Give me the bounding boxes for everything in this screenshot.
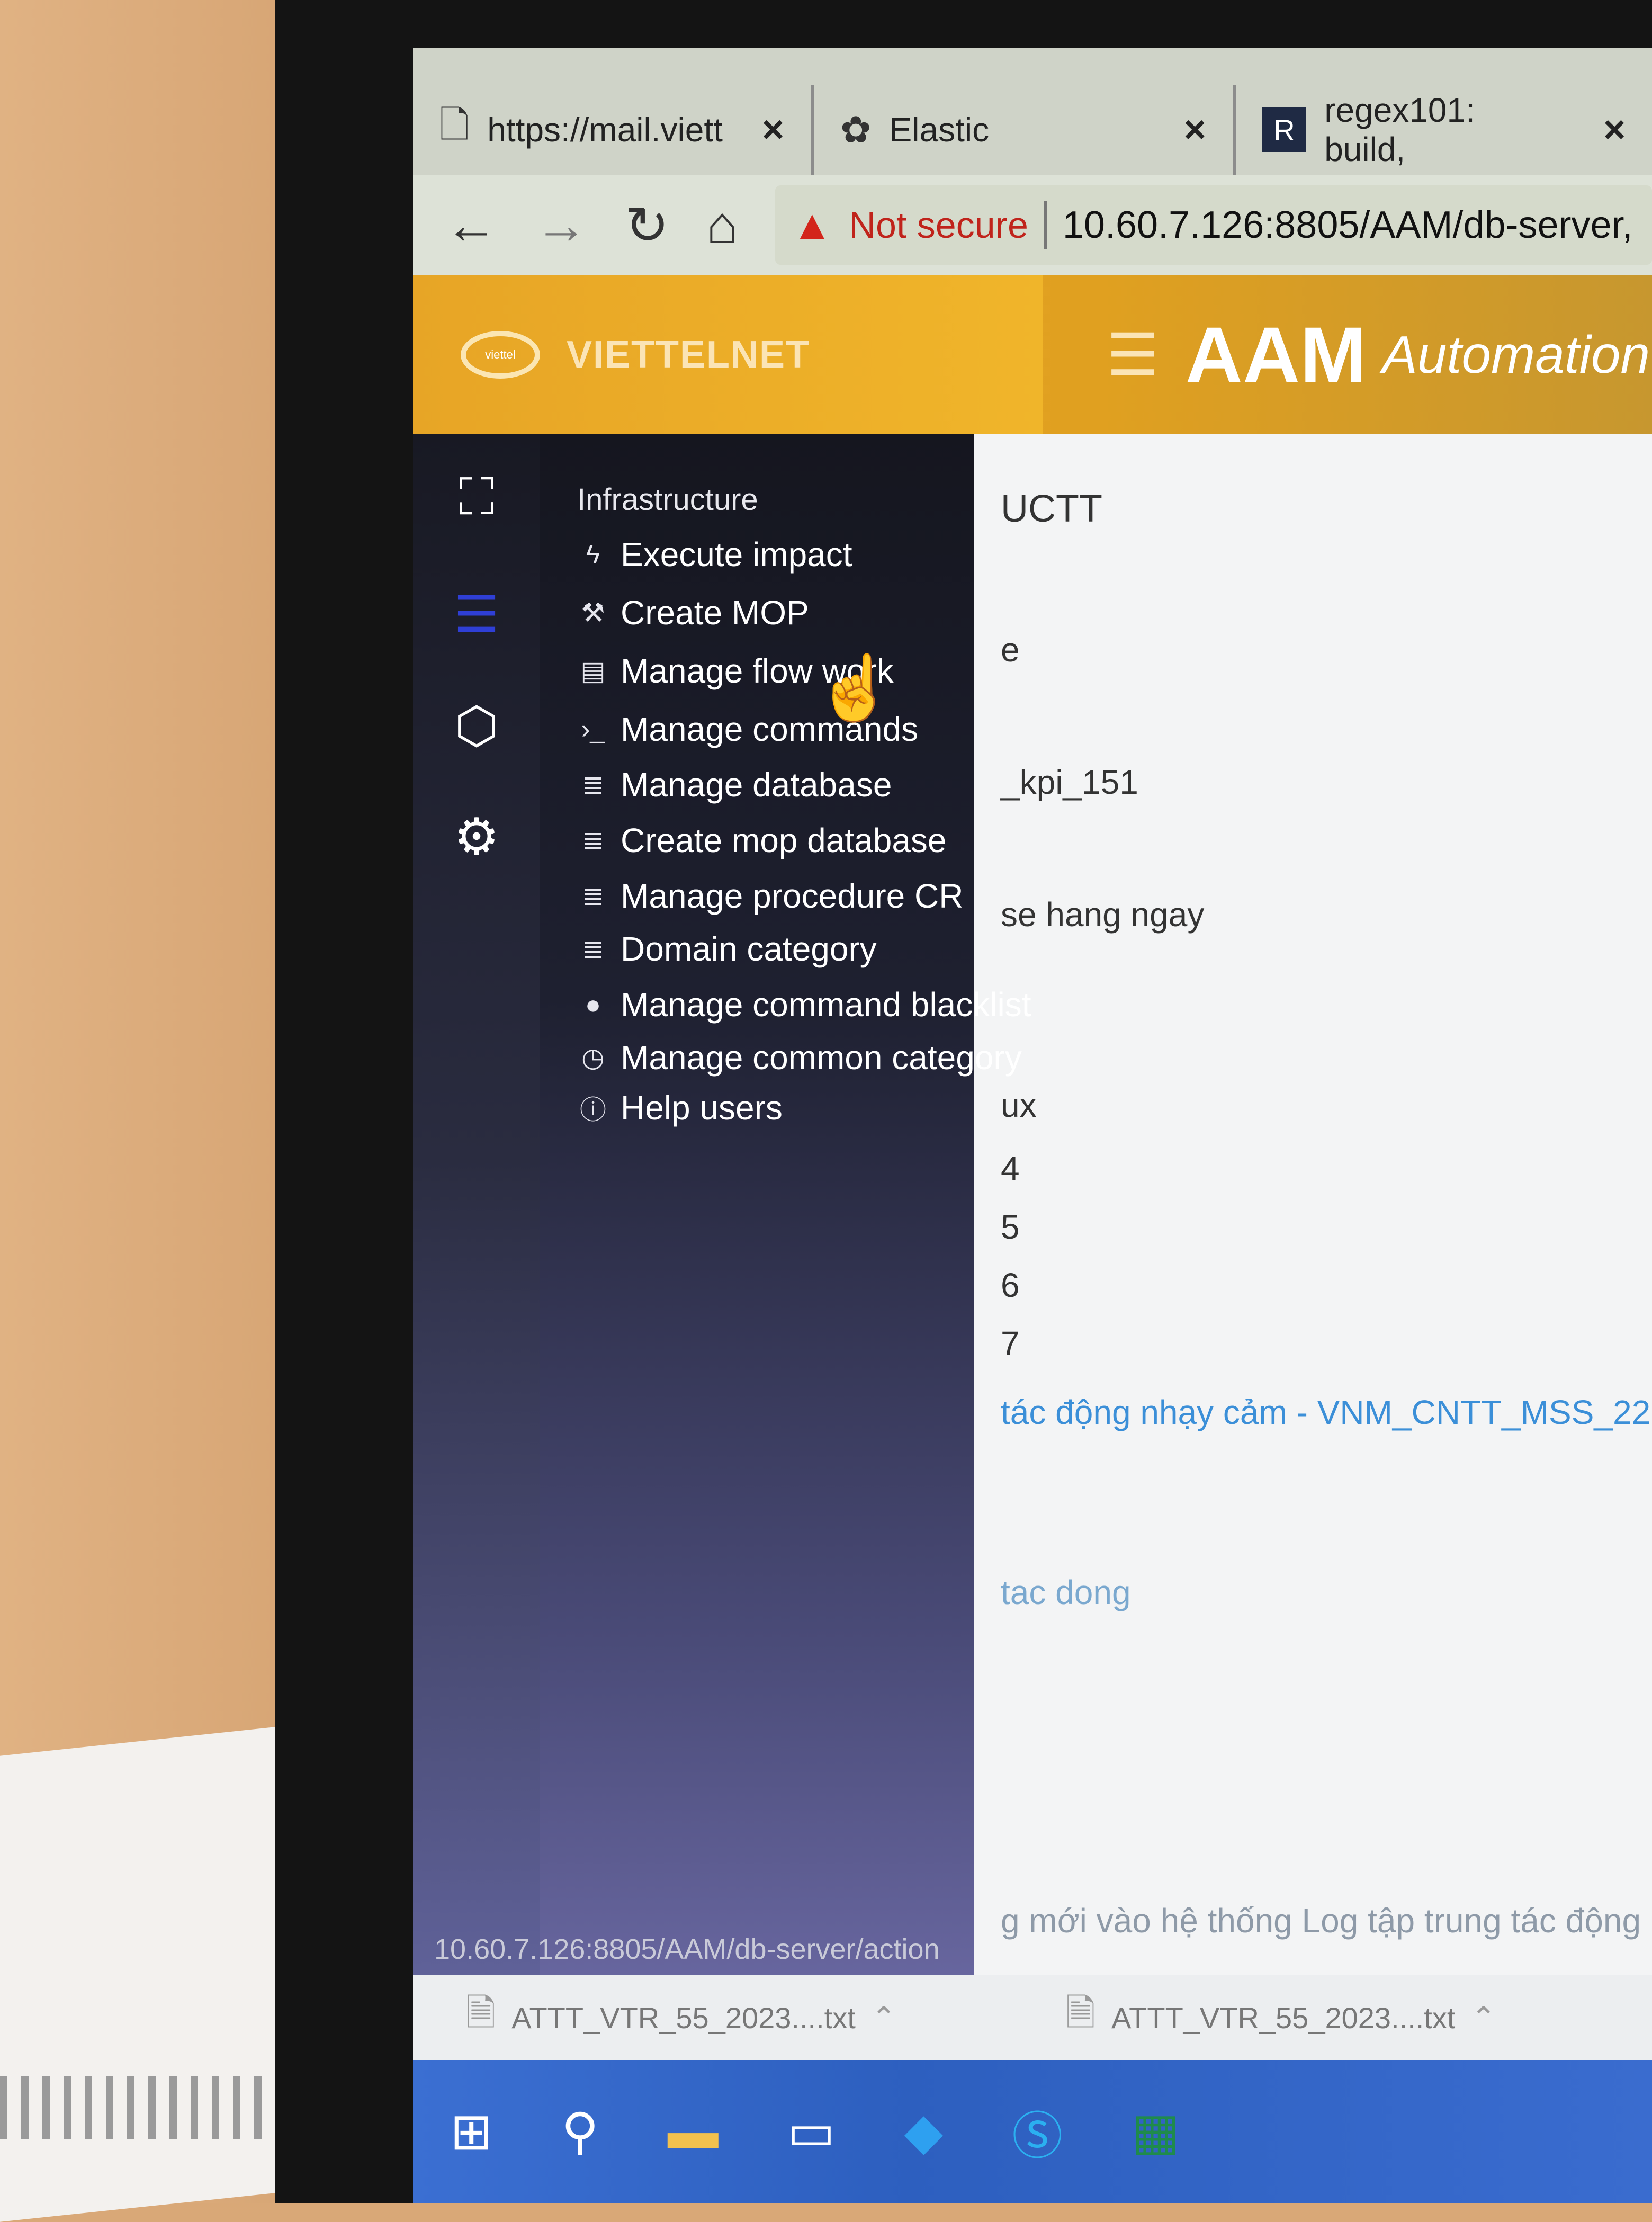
- menu-item-manage-database[interactable]: ≣ Manage database: [577, 765, 892, 804]
- menu-item-execute-impact[interactable]: ϟ Execute impact: [577, 535, 852, 574]
- content-text: e: [1001, 631, 1020, 669]
- status-bar-url: 10.60.7.126:8805/AAM/db-server/action: [434, 1933, 940, 1965]
- download-item[interactable]: 🗎 ATTT_VTR_55_2023....txt ⌃: [1066, 1986, 1496, 2049]
- database-icon: ≣: [582, 770, 604, 800]
- close-icon[interactable]: ×: [1184, 108, 1206, 151]
- hand-cursor-icon: ☝: [815, 652, 895, 723]
- app-title: AAM: [1185, 310, 1367, 399]
- terminal-icon: ›_: [581, 714, 605, 744]
- url-box[interactable]: ▲ Not secure 10.60.7.126:8805/AAM/db-ser…: [775, 185, 1652, 265]
- brand-area: viettel VIETTELNET: [413, 275, 1043, 434]
- tab-mail[interactable]: 🗋 https://mail.viett ×: [413, 85, 814, 175]
- menu-item-help-users[interactable]: ⓘ Help users: [577, 1088, 783, 1127]
- menu-item-manage-common-category[interactable]: ◷ Manage common category: [577, 1038, 1022, 1077]
- content-text: UCTT: [1001, 488, 1102, 530]
- file-icon: 🗎: [466, 1992, 496, 2033]
- terminal-app-icon[interactable]: ▭: [787, 2102, 836, 2161]
- menu-item-label: Create mop database: [621, 821, 947, 859]
- home-icon[interactable]: ⌂: [706, 195, 738, 256]
- reload-icon[interactable]: ↻: [625, 194, 669, 256]
- warning-icon: ▲: [791, 201, 833, 248]
- menu-item-label: Manage database: [621, 766, 892, 804]
- excel-icon[interactable]: ▦: [1132, 2102, 1180, 2161]
- content-text: 5: [1001, 1208, 1020, 1246]
- menu-item-label: Manage procedure CR: [621, 877, 964, 915]
- close-icon[interactable]: ×: [1603, 108, 1626, 151]
- content-text: 4: [1001, 1150, 1020, 1188]
- tab-title: https://mail.viett: [487, 111, 723, 149]
- clock-icon: ◷: [581, 1043, 605, 1072]
- file-icon: 🗎: [1065, 1992, 1096, 2033]
- menu-item-manage-procedure-cr[interactable]: ≣ Manage procedure CR: [577, 876, 963, 916]
- sliders-icon[interactable]: ⚙: [445, 805, 508, 868]
- download-item[interactable]: 🗎 ATTT_VTR_55_2023....txt ⌃: [466, 1986, 896, 2049]
- download-filename: ATTT_VTR_55_2023....txt: [511, 2001, 856, 2035]
- elastic-icon: ✿: [840, 109, 872, 150]
- menu-item-label: Manage command blacklist: [621, 985, 1031, 1024]
- database-icon: ≣: [582, 826, 604, 855]
- close-icon[interactable]: ×: [762, 108, 784, 151]
- tab-elastic[interactable]: ✿ Elastic ×: [814, 85, 1236, 175]
- menu-item-label: Create MOP: [621, 594, 809, 632]
- content-text: 6: [1001, 1266, 1020, 1304]
- sidebar: ⛶ ☰ ⬡ ⚙ Infrastructure ϟ Execute impact …: [413, 434, 1031, 2044]
- file-explorer-icon[interactable]: ▬: [668, 2102, 719, 2161]
- app-header: viettel VIETTELNET ☰ AAM Automation: [413, 275, 1652, 434]
- sidebar-icon-rail: ⛶ ☰ ⬡ ⚙: [413, 434, 540, 2044]
- menu-item-label: Manage common category: [621, 1038, 1022, 1077]
- windows-taskbar: ⊞ ⚲ ▬ ▭ ◆ Ⓢ ▦: [413, 2060, 1652, 2203]
- hamburger-menu-icon[interactable]: ☰: [1107, 321, 1159, 389]
- content-text: 7: [1001, 1324, 1020, 1363]
- server-icon[interactable]: ☰: [445, 583, 508, 646]
- back-arrow-icon[interactable]: ←: [445, 195, 498, 256]
- content-text: ux: [1001, 1086, 1037, 1124]
- content-text: _kpi_151: [1001, 763, 1138, 801]
- cube-icon[interactable]: ⬡: [445, 694, 508, 757]
- app-subtitle: Automation: [1382, 325, 1650, 384]
- menu-item-create-mop-database[interactable]: ≣ Create mop database: [577, 821, 947, 860]
- viettel-logo-icon: viettel: [461, 331, 540, 379]
- monitor-screen: 🗋 https://mail.viett × ✿ Elastic × R reg…: [413, 48, 1652, 2203]
- database-icon: ≣: [582, 881, 604, 911]
- brand-name: VIETTELNET: [567, 334, 811, 376]
- bolt-icon: ϟ: [586, 540, 600, 569]
- content-link[interactable]: tác động nhạy cảm - VNM_CNTT_MSS_22: [1001, 1393, 1650, 1432]
- downloads-shelf: 🗎 ATTT_VTR_55_2023....txt ⌃ 🗎 ATTT_VTR_5…: [413, 1975, 1652, 2060]
- search-icon[interactable]: ⚲: [561, 2102, 598, 2161]
- sitemap-icon[interactable]: ⛶: [445, 466, 508, 530]
- menu-heading: Infrastructure: [577, 482, 758, 517]
- main-content: [969, 434, 1652, 2129]
- chevron-up-icon[interactable]: ⌃: [1471, 2000, 1496, 2035]
- database-icon: ≣: [582, 934, 604, 964]
- regex-icon: R: [1262, 107, 1307, 152]
- menu-item-label: Execute impact: [621, 535, 852, 574]
- tab-title: regex101: build,: [1324, 91, 1475, 168]
- tab-title: Elastic: [889, 111, 990, 149]
- browser-tab-bar: 🗋 https://mail.viett × ✿ Elastic × R reg…: [413, 48, 1652, 175]
- table-icon: ▤: [580, 656, 606, 686]
- content-link[interactable]: tac dong: [1001, 1573, 1131, 1612]
- info-icon: ⓘ: [580, 1095, 606, 1125]
- url-divider: [1044, 201, 1047, 249]
- menu-item-label: Help users: [621, 1089, 783, 1127]
- tab-regex101[interactable]: R regex101: build, ×: [1236, 85, 1652, 175]
- download-filename: ATTT_VTR_55_2023....txt: [1111, 2001, 1456, 2035]
- vscode-icon[interactable]: ◆: [904, 2102, 943, 2161]
- url-text[interactable]: 10.60.7.126:8805/AAM/db-server,: [1063, 203, 1633, 247]
- menu-item-create-mop[interactable]: ⚒ Create MOP: [577, 593, 809, 632]
- forward-arrow-icon[interactable]: →: [535, 195, 588, 256]
- menu-item-manage-command-blacklist[interactable]: ● Manage command blacklist: [577, 985, 1031, 1024]
- menu-item-label: Domain category: [621, 930, 877, 968]
- blacklist-icon: ●: [585, 990, 601, 1019]
- address-bar: ← → ↻ ⌂ ▲ Not secure 10.60.7.126:8805/AA…: [413, 175, 1652, 275]
- security-label[interactable]: Not secure: [849, 204, 1028, 246]
- content-text: se hang ngay: [1001, 895, 1205, 934]
- skype-icon[interactable]: Ⓢ: [1012, 2095, 1063, 2169]
- chevron-up-icon[interactable]: ⌃: [872, 2000, 896, 2035]
- windows-start-icon[interactable]: ⊞: [450, 2102, 492, 2161]
- hammer-icon: ⚒: [581, 598, 605, 628]
- content-text: g mới vào hệ thống Log tập trung tác độn…: [1001, 1902, 1641, 1940]
- menu-item-domain-category[interactable]: ≣ Domain category: [577, 929, 877, 969]
- page-icon: 🗋: [439, 104, 470, 146]
